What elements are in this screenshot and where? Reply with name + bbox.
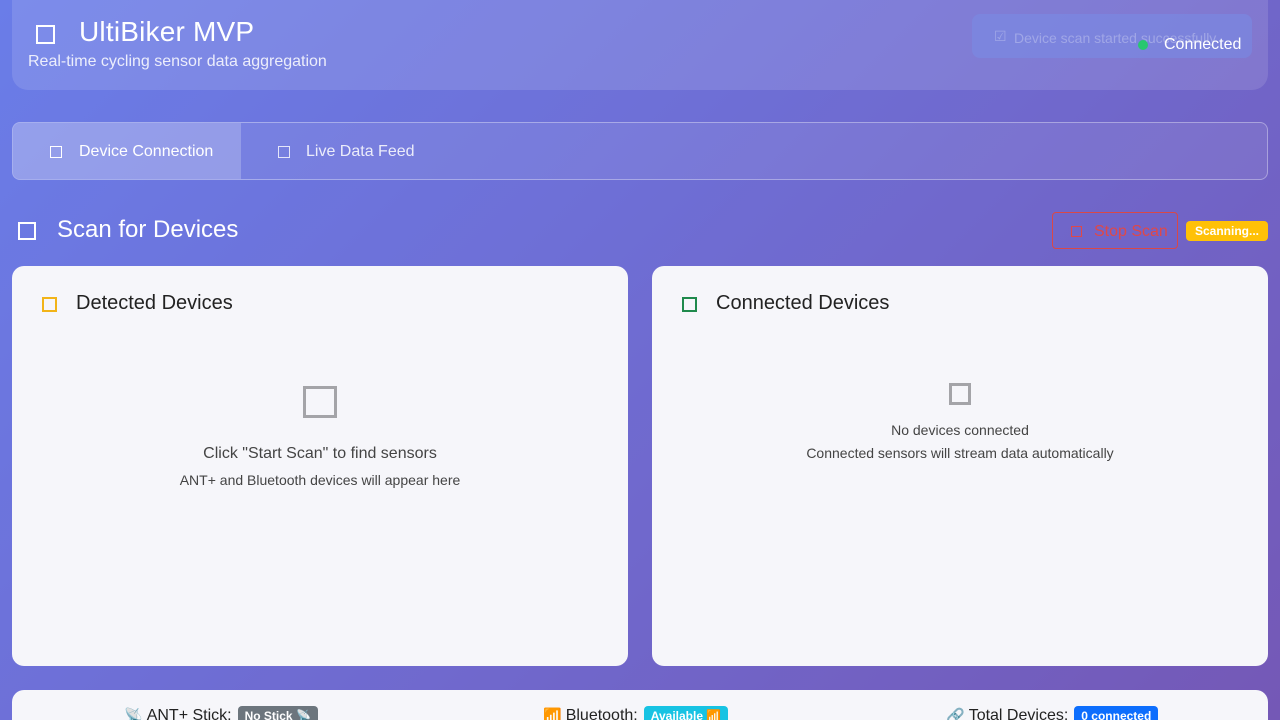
connected-empty-message: No devices connected <box>891 422 1029 438</box>
total-devices-badge: 0 connected <box>1074 706 1159 720</box>
live-data-square-icon <box>278 146 290 158</box>
detected-devices-card: Detected Devices Click "Start Scan" to f… <box>12 266 628 666</box>
scan-square-icon <box>18 222 36 240</box>
connection-status-label: Connected <box>1164 36 1242 53</box>
total-devices-status: 🔗 Total Devices: 0 connected <box>946 706 1159 720</box>
detected-devices-square-icon <box>42 297 57 312</box>
ant-stick-badge: No Stick 📡 <box>237 706 318 720</box>
app-title: UltiBiker MVP <box>79 16 255 47</box>
stop-scan-button[interactable]: Stop Scan <box>1052 212 1178 249</box>
status-bar: 📡 ANT+ Stick: No Stick 📡 📶 Bluetooth: Av… <box>12 690 1268 720</box>
ant-stick-label: ANT+ Stick: <box>146 707 232 720</box>
app-subtitle: Real-time cycling sensor data aggregatio… <box>28 53 327 70</box>
tab-label: Live Data Feed <box>306 143 415 160</box>
empty-state-square-icon <box>949 383 971 405</box>
signal-bars-icon: 📶 <box>543 708 562 720</box>
empty-state-square-icon <box>303 386 337 418</box>
main-tabs: Device Connection Live Data Feed <box>12 122 1268 180</box>
satellite-antenna-icon: 📡 <box>124 708 143 720</box>
bluetooth-status: 📶 Bluetooth: Available 📶 <box>543 706 729 720</box>
device-connection-square-icon <box>50 146 62 158</box>
connection-status-dot-icon <box>1138 40 1148 50</box>
tab-device-connection[interactable]: Device Connection <box>13 123 241 179</box>
connected-devices-title: Connected Devices <box>716 292 890 314</box>
ant-stick-status: 📡 ANT+ Stick: No Stick 📡 <box>124 706 318 720</box>
bluetooth-label: Bluetooth: <box>565 707 638 720</box>
link-icon: 🔗 <box>946 708 965 720</box>
total-devices-label: Total Devices: <box>968 707 1069 720</box>
connected-empty-hint: Connected sensors will stream data autom… <box>806 445 1114 461</box>
scanning-status-badge: Scanning... <box>1186 221 1268 241</box>
connected-devices-card: Connected Devices No devices connected C… <box>652 266 1268 666</box>
checkbox-check-icon: ☑ <box>994 28 1007 44</box>
detected-empty-hint: ANT+ and Bluetooth devices will appear h… <box>179 472 461 488</box>
stop-square-icon <box>1071 226 1082 237</box>
bluetooth-badge: Available 📶 <box>643 706 729 720</box>
detected-empty-message: Click "Start Scan" to find sensors <box>203 445 437 462</box>
scan-section-title: Scan for Devices <box>57 216 239 243</box>
tab-live-data-feed[interactable]: Live Data Feed <box>265 123 445 179</box>
connected-devices-square-icon <box>682 297 697 312</box>
logo-square-icon <box>36 25 55 44</box>
detected-devices-title: Detected Devices <box>76 292 233 314</box>
stop-scan-label: Stop Scan <box>1094 223 1168 240</box>
tab-label: Device Connection <box>79 143 214 160</box>
